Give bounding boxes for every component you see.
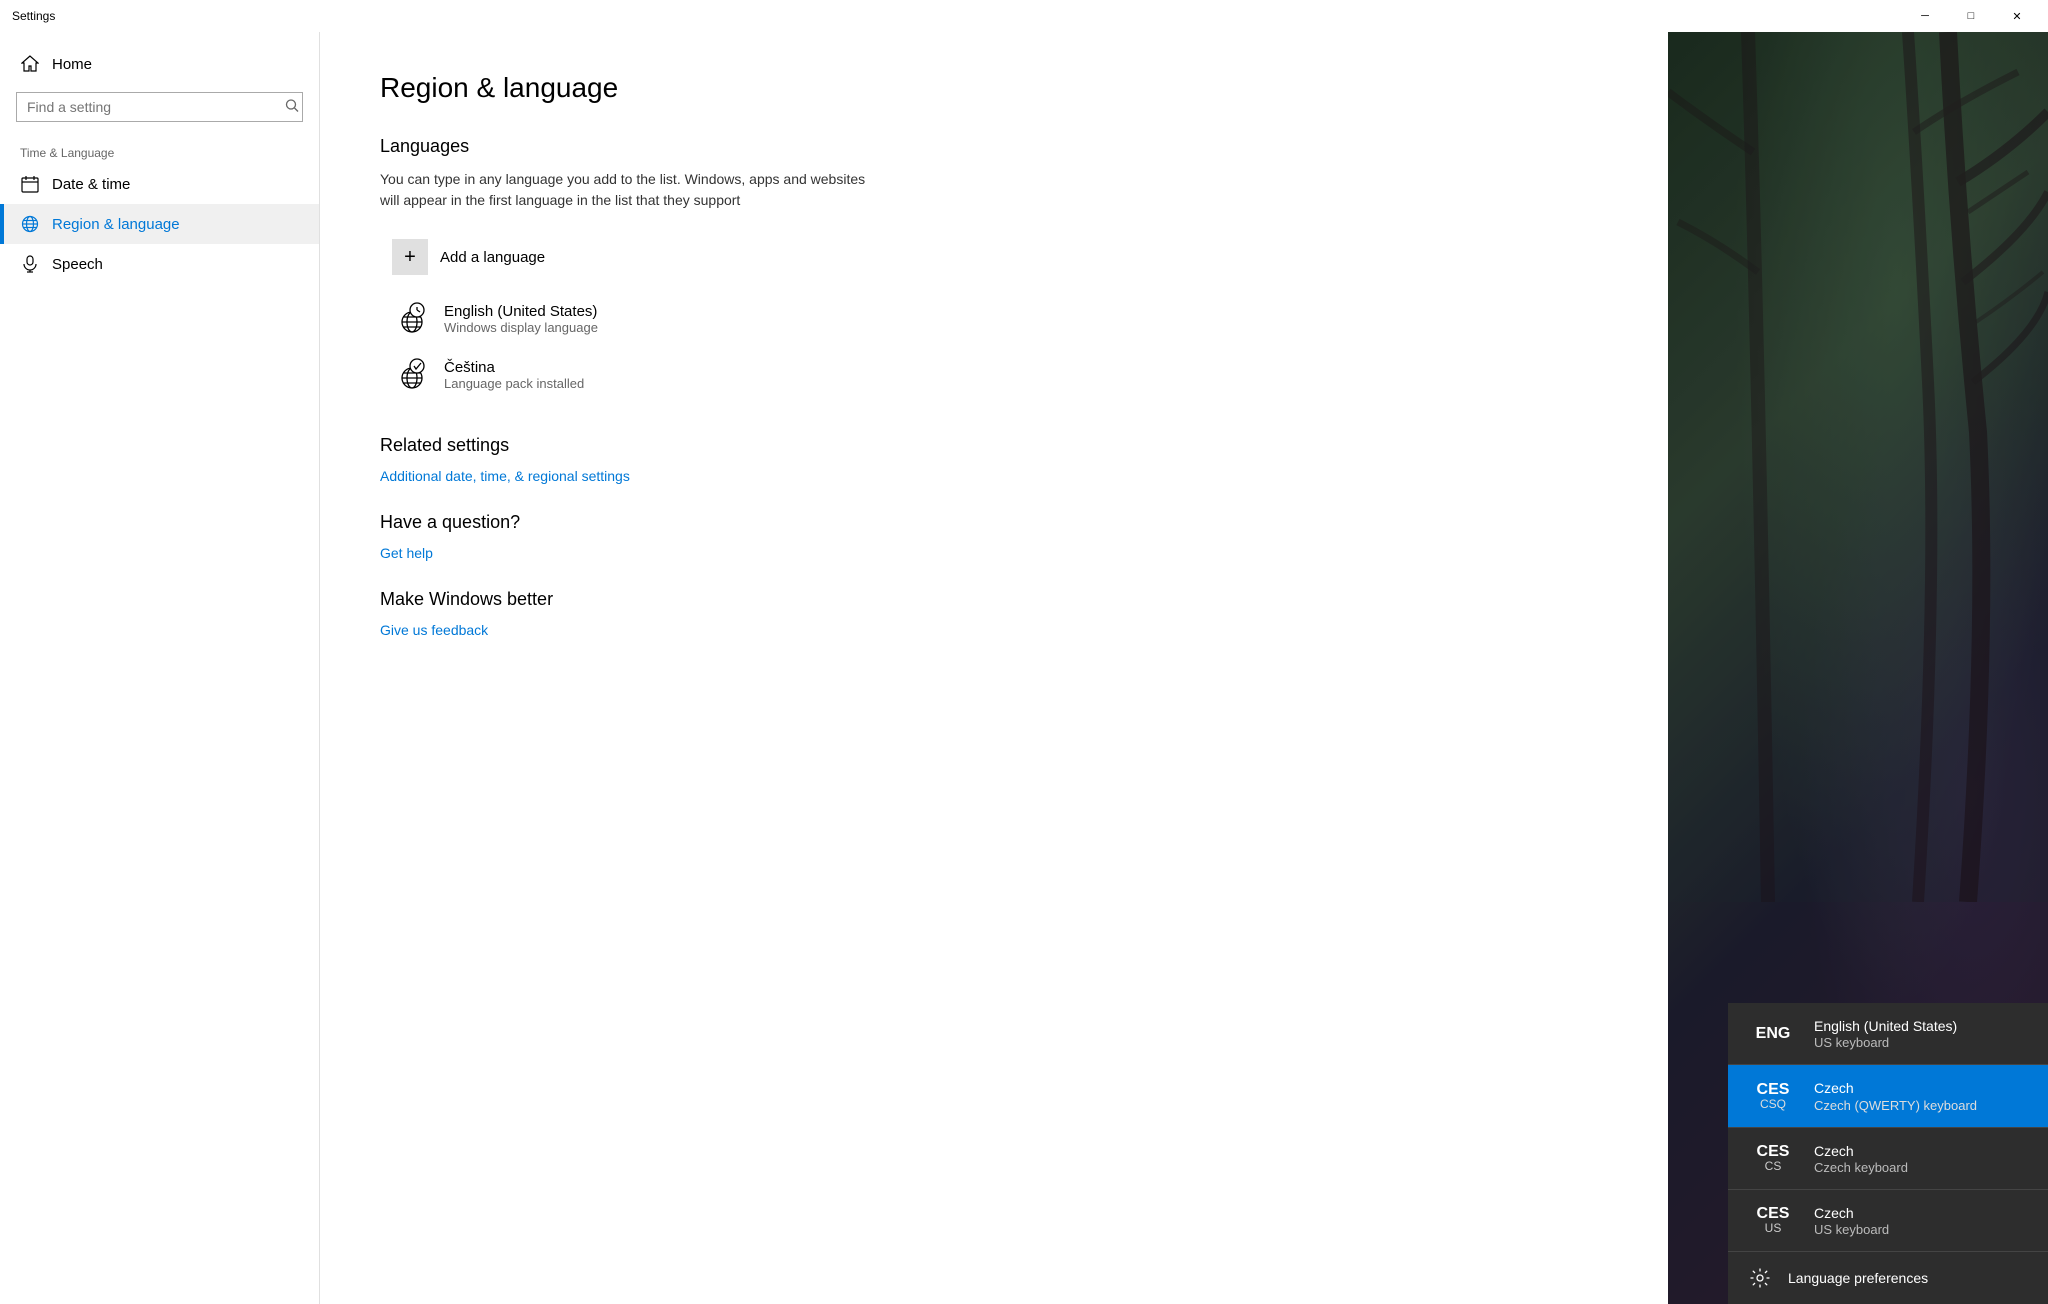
lang-popup-item-ces-csq[interactable]: CES CSQ Czech Czech (QWERTY) keyboard (1728, 1065, 2048, 1127)
language-sub: Language pack installed (444, 376, 1596, 391)
language-preferences-item[interactable]: Language preferences (1728, 1252, 2048, 1304)
language-info-czech: Čeština Language pack installed (444, 359, 1596, 391)
sidebar-home-item[interactable]: Home (0, 44, 319, 84)
regional-settings-link[interactable]: Additional date, time, & regional settin… (380, 468, 1608, 484)
close-button[interactable]: ✕ (1994, 0, 2040, 32)
language-item-czech[interactable]: Čeština Language pack installed (380, 347, 1608, 403)
lang-code-main: CES (1757, 1082, 1790, 1098)
sidebar-home-label: Home (52, 56, 92, 73)
sidebar-item-region-language[interactable]: Region & language (0, 204, 319, 244)
globe-icon (20, 214, 40, 234)
lang-popup-keyboard: Czech keyboard (1814, 1160, 2028, 1175)
language-icon-czech (392, 355, 432, 395)
lang-popup-info-ces-us: Czech US keyboard (1814, 1204, 2028, 1237)
wallpaper-area: ENG English (United States) US keyboard … (1668, 32, 2048, 1304)
home-icon (20, 54, 40, 74)
language-info-english: English (United States) Windows display … (444, 303, 1596, 335)
language-icon-english (392, 299, 432, 339)
languages-description: You can type in any language you add to … (380, 169, 880, 211)
lang-popup-info-ces-csq: Czech Czech (QWERTY) keyboard (1814, 1079, 2028, 1112)
lang-code-sub: US (1765, 1222, 1782, 1234)
language-sub: Windows display language (444, 320, 1596, 335)
add-language-button[interactable]: + Add a language (380, 231, 557, 283)
sidebar-item-label: Speech (52, 256, 103, 273)
sidebar-search-container (16, 92, 303, 122)
lang-popup-keyboard: US keyboard (1814, 1035, 2028, 1050)
feedback-title: Make Windows better (380, 589, 1608, 610)
language-name: English (United States) (444, 303, 1596, 320)
lang-code-main: CES (1757, 1144, 1790, 1160)
lang-popup-name: Czech (1814, 1204, 2028, 1222)
page-title: Region & language (380, 72, 1608, 104)
related-settings-section: Related settings Additional date, time, … (380, 435, 1608, 484)
lang-popup-item-ces-us[interactable]: CES US Czech US keyboard (1728, 1190, 2048, 1252)
search-input[interactable] (16, 92, 303, 122)
window-title: Settings (12, 9, 55, 23)
search-button[interactable] (285, 99, 299, 116)
window-controls: ─ □ ✕ (1902, 0, 2040, 32)
sidebar-section-label: Time & Language (0, 138, 319, 164)
language-switcher-popup: ENG English (United States) US keyboard … (1728, 1003, 2048, 1304)
gear-icon (1748, 1266, 1772, 1290)
lang-popup-name: Czech (1814, 1142, 2028, 1160)
lang-popup-keyboard: US keyboard (1814, 1222, 2028, 1237)
sidebar-item-date-time[interactable]: Date & time (0, 164, 319, 204)
lang-code-ces-csq: CES CSQ (1748, 1082, 1798, 1110)
related-settings-title: Related settings (380, 435, 1608, 456)
sidebar-item-speech[interactable]: Speech (0, 244, 319, 284)
add-language-label: Add a language (440, 249, 545, 266)
maximize-button[interactable]: □ (1948, 0, 1994, 32)
lang-code-sub: CS (1765, 1160, 1782, 1172)
lang-popup-item-eng[interactable]: ENG English (United States) US keyboard (1728, 1003, 2048, 1065)
titlebar: Settings ─ □ ✕ (0, 0, 2048, 32)
get-help-link[interactable]: Get help (380, 545, 1608, 561)
lang-code-eng: ENG (1748, 1026, 1798, 1042)
lang-popup-name: English (United States) (1814, 1017, 2028, 1035)
help-section: Have a question? Get help (380, 512, 1608, 561)
main-content: Region & language Languages You can type… (320, 32, 1668, 1304)
lang-popup-info-ces-cs: Czech Czech keyboard (1814, 1142, 2028, 1175)
lang-code-sub: CSQ (1760, 1098, 1786, 1110)
settings-window: Settings ─ □ ✕ Home (0, 0, 2048, 1304)
microphone-icon (20, 254, 40, 274)
language-name: Čeština (444, 359, 1596, 376)
languages-section: Languages You can type in any language y… (380, 136, 1608, 403)
feedback-section: Make Windows better Give us feedback (380, 589, 1608, 638)
help-title: Have a question? (380, 512, 1608, 533)
lang-code-ces-us: CES US (1748, 1206, 1798, 1234)
lang-popup-item-ces-cs[interactable]: CES CS Czech Czech keyboard (1728, 1128, 2048, 1190)
language-preferences-label: Language preferences (1788, 1270, 1928, 1286)
sidebar: Home Time & Language (0, 32, 320, 1304)
lang-code-main: CES (1757, 1206, 1790, 1222)
lang-popup-keyboard: Czech (QWERTY) keyboard (1814, 1098, 2028, 1113)
content-area: Home Time & Language (0, 32, 2048, 1304)
lang-popup-name: Czech (1814, 1079, 2028, 1097)
minimize-button[interactable]: ─ (1902, 0, 1948, 32)
lang-code-ces-cs: CES CS (1748, 1144, 1798, 1172)
languages-title: Languages (380, 136, 1608, 157)
plus-icon: + (392, 239, 428, 275)
calendar-icon (20, 174, 40, 194)
language-item-english[interactable]: English (United States) Windows display … (380, 291, 1608, 347)
sidebar-item-label: Region & language (52, 216, 180, 233)
sidebar-item-label: Date & time (52, 176, 130, 193)
feedback-link[interactable]: Give us feedback (380, 622, 1608, 638)
lang-code-main: ENG (1756, 1026, 1791, 1042)
lang-popup-info-eng: English (United States) US keyboard (1814, 1017, 2028, 1050)
